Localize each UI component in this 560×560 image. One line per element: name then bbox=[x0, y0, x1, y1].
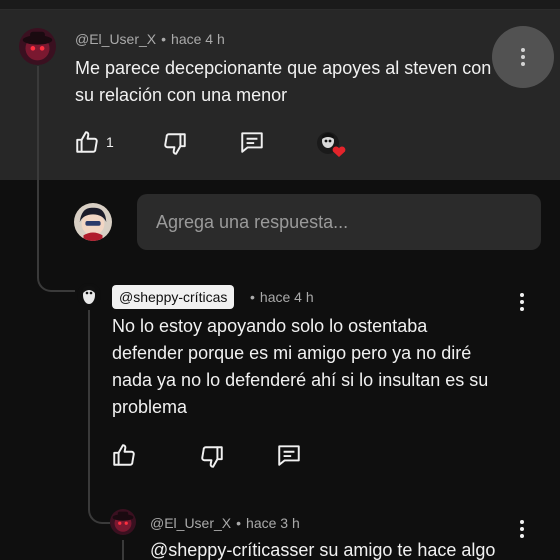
comment-time[interactable]: hace 4 h bbox=[171, 31, 225, 47]
reply2-meta: @El_User_X • hace 3 h bbox=[150, 515, 300, 531]
meta-separator: • bbox=[236, 515, 242, 531]
reply-icon bbox=[241, 132, 263, 153]
like-button[interactable] bbox=[73, 128, 101, 156]
creator-heart-icon bbox=[317, 132, 346, 157]
reply-text-line: defender porque es mi amigo pero ya no d… bbox=[112, 343, 472, 363]
reply-author-chip[interactable]: @sheppy-críticas bbox=[112, 285, 235, 309]
reply-text: No lo estoy apoyando solo lo ostentaba d… bbox=[112, 313, 488, 421]
reply2-time[interactable]: hace 3 h bbox=[246, 515, 300, 531]
reply2-author-avatar[interactable] bbox=[110, 509, 136, 535]
more-vert-icon bbox=[520, 48, 526, 66]
reply2-more-button[interactable] bbox=[519, 520, 525, 538]
comment-text: Me parece decepcionante que apoyes al st… bbox=[75, 55, 491, 109]
dislike-button[interactable] bbox=[161, 130, 189, 158]
meta-separator: • bbox=[250, 289, 255, 305]
current-user-avatar bbox=[74, 203, 112, 241]
comment-more-button[interactable] bbox=[492, 26, 554, 88]
comment-author[interactable]: @El_User_X bbox=[75, 31, 156, 47]
highlighted-comment: @El_User_X • hace 4 h Me parece decepciona… bbox=[0, 10, 560, 180]
reply-input-placeholder: Agrega una respuesta... bbox=[156, 211, 349, 232]
meta-separator: • bbox=[161, 31, 167, 47]
comment-text-line: Me parece decepcionante que apoyes al st… bbox=[75, 58, 492, 78]
reply2-text-line: @sheppy-críticasser su amigo te hace alg… bbox=[150, 540, 496, 560]
reply-meta: • hace 4 h bbox=[245, 289, 314, 305]
reply2-text: @sheppy-críticasser su amigo te hace alg… bbox=[150, 538, 495, 560]
reply-text-line: problema bbox=[112, 397, 188, 417]
like-count: 1 bbox=[106, 134, 114, 150]
reply2-author[interactable]: @El_User_X bbox=[150, 515, 231, 531]
reply-reply-button[interactable] bbox=[275, 441, 303, 469]
reply-author-avatar[interactable] bbox=[77, 283, 101, 307]
like-icon bbox=[113, 444, 135, 466]
nested-thread-connector bbox=[88, 310, 110, 524]
reply-text-line: nada ya no lo defenderé ahí si lo insult… bbox=[112, 370, 489, 390]
reply-input[interactable]: Agrega una respuesta... bbox=[137, 194, 541, 250]
dislike-icon bbox=[201, 446, 223, 468]
reply-dislike-button[interactable] bbox=[198, 443, 226, 471]
reply-more-button[interactable] bbox=[519, 293, 525, 311]
like-icon bbox=[76, 131, 98, 153]
creator-heart bbox=[314, 130, 348, 160]
dislike-icon bbox=[164, 133, 186, 155]
top-divider bbox=[0, 0, 560, 10]
reply-button[interactable] bbox=[238, 128, 266, 156]
comment-author-avatar[interactable] bbox=[19, 28, 56, 65]
reply-time[interactable]: hace 4 h bbox=[260, 289, 314, 305]
reply-icon bbox=[278, 445, 300, 466]
reply-like-button[interactable] bbox=[110, 441, 138, 469]
reply-author: @sheppy-críticas bbox=[119, 289, 228, 305]
comment-meta: @El_User_X • hace 4 h bbox=[75, 31, 225, 47]
thread-connector bbox=[37, 66, 75, 292]
nested-thread-line bbox=[122, 540, 124, 560]
reply-text-line: No lo estoy apoyando solo lo ostentaba bbox=[112, 316, 428, 336]
comment-text-line: su relación con una menor bbox=[75, 85, 288, 105]
